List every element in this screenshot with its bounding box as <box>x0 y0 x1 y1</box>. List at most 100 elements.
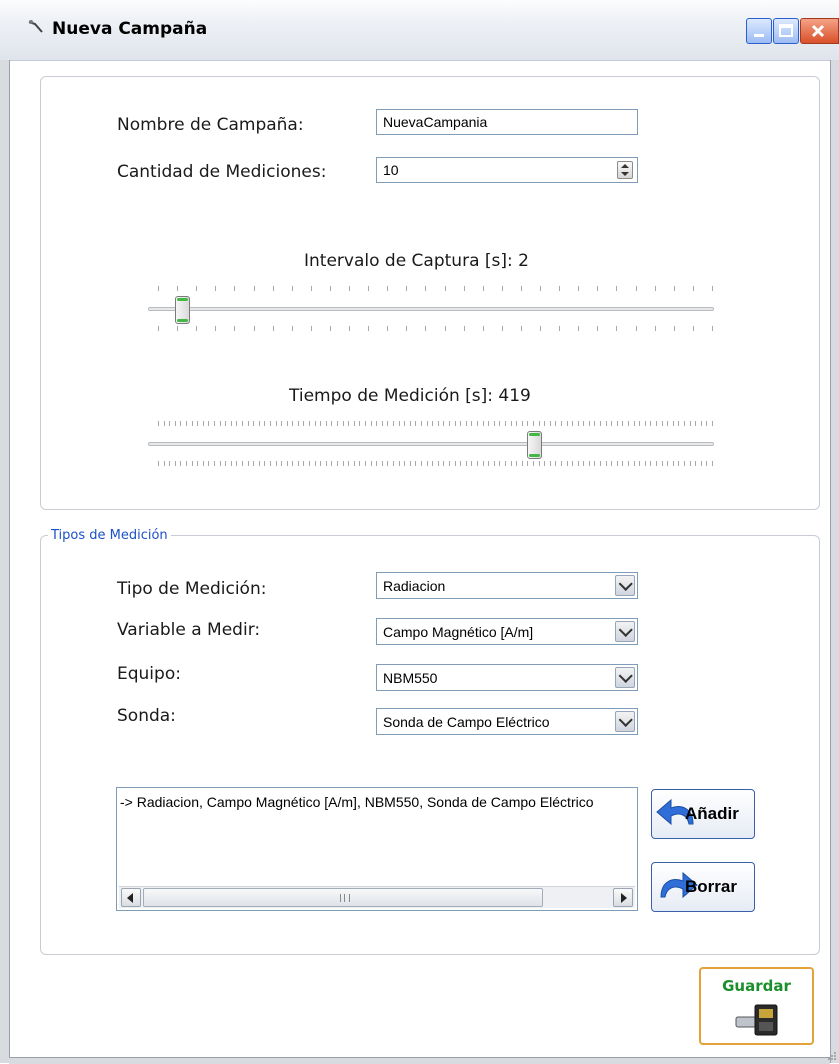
slider-tick <box>464 286 465 291</box>
measure-time-ticks-top <box>158 421 713 428</box>
slider-tick <box>594 461 595 466</box>
slider-tick <box>684 421 685 426</box>
slider-tick <box>393 421 394 426</box>
slider-tick <box>214 421 215 426</box>
spin-down-icon[interactable] <box>621 172 629 176</box>
add-button[interactable]: Añadir <box>651 789 755 839</box>
slider-tick <box>214 461 215 466</box>
minimize-button[interactable] <box>746 18 772 44</box>
scroll-thumb[interactable] <box>143 888 543 907</box>
slider-tick <box>559 326 560 331</box>
probe-select[interactable]: Sonda de Campo Eléctrico <box>376 708 638 735</box>
save-button[interactable]: Guardar <box>699 967 814 1045</box>
slider-tick <box>177 326 178 331</box>
slider-tick <box>555 461 556 466</box>
slider-tick <box>578 286 579 291</box>
probe-value: Sonda de Campo Eléctrico <box>383 714 550 730</box>
slider-tick <box>387 326 388 331</box>
slider-tick <box>287 461 288 466</box>
measure-time-track <box>148 442 714 446</box>
slider-tick <box>636 326 637 331</box>
slider-tick <box>521 326 522 331</box>
campaign-name-label: Nombre de Campaña: <box>117 115 304 135</box>
slider-tick <box>158 461 159 466</box>
slider-tick <box>567 461 568 466</box>
slider-tick <box>533 421 534 426</box>
chevron-down-icon[interactable] <box>615 575 635 596</box>
slider-tick <box>449 461 450 466</box>
horizontal-scrollbar[interactable] <box>119 886 635 908</box>
chevron-down-icon[interactable] <box>615 711 635 732</box>
chevron-down-icon[interactable] <box>615 621 635 642</box>
delete-button[interactable]: Borrar <box>651 862 755 912</box>
equipment-select[interactable]: NBM550 <box>376 664 638 691</box>
slider-tick <box>628 421 629 426</box>
slider-tick <box>578 421 579 426</box>
slider-tick <box>432 461 433 466</box>
spin-up-icon[interactable] <box>621 164 629 168</box>
app-icon <box>28 20 43 33</box>
slider-tick <box>326 421 327 426</box>
measure-time-thumb[interactable] <box>527 431 542 459</box>
slider-tick <box>399 461 400 466</box>
slider-tick <box>499 461 500 466</box>
slider-tick <box>406 326 407 331</box>
slider-tick <box>445 286 446 291</box>
slider-tick <box>540 286 541 291</box>
resize-grip-icon[interactable] <box>827 1051 837 1061</box>
slider-tick <box>674 326 675 331</box>
slider-tick <box>460 421 461 426</box>
scroll-left-icon[interactable] <box>121 888 141 907</box>
slider-tick <box>169 461 170 466</box>
slider-tick <box>483 461 484 466</box>
slider-tick <box>225 421 226 426</box>
slider-tick <box>611 421 612 426</box>
slider-tick <box>505 421 506 426</box>
slider-tick <box>706 461 707 466</box>
slider-tick <box>404 461 405 466</box>
chevron-down-icon[interactable] <box>615 667 635 688</box>
measure-time-ticks-bottom <box>158 461 713 468</box>
slider-tick <box>539 461 540 466</box>
slider-tick <box>196 286 197 291</box>
slider-tick <box>349 286 350 291</box>
campaign-name-field[interactable]: NuevaCampania <box>376 109 638 135</box>
capture-interval-slider[interactable] <box>148 286 714 336</box>
slider-tick <box>712 421 713 426</box>
slider-tick <box>311 286 312 291</box>
measurement-list[interactable]: -> Radiacion, Campo Magnético [A/m], NBM… <box>116 787 638 911</box>
scroll-right-icon[interactable] <box>613 888 633 907</box>
slider-tick <box>656 461 657 466</box>
measure-time-slider[interactable] <box>148 421 714 471</box>
slider-tick <box>427 421 428 426</box>
variable-select[interactable]: Campo Magnético [A/m] <box>376 618 638 645</box>
slider-tick <box>203 421 204 426</box>
slider-tick <box>555 421 556 426</box>
slider-tick <box>270 421 271 426</box>
slider-tick <box>572 461 573 466</box>
slider-tick <box>693 286 694 291</box>
spin-icon[interactable] <box>617 161 633 179</box>
slider-tick <box>695 461 696 466</box>
capture-interval-thumb[interactable] <box>175 296 190 324</box>
slider-tick <box>488 421 489 426</box>
slider-tick <box>578 326 579 331</box>
slider-tick <box>320 421 321 426</box>
variable-label: Variable a Medir: <box>117 620 261 640</box>
measurement-type-select[interactable]: Radiacion <box>376 572 638 599</box>
slider-tick <box>712 461 713 466</box>
slider-tick <box>427 461 428 466</box>
measurement-count-stepper[interactable]: 10 <box>376 157 638 183</box>
slider-tick <box>376 461 377 466</box>
slider-tick <box>673 421 674 426</box>
maximize-button[interactable] <box>773 18 799 44</box>
slider-tick <box>559 286 560 291</box>
slider-tick <box>292 461 293 466</box>
slider-tick <box>231 421 232 426</box>
slider-tick <box>337 421 338 426</box>
title-bar[interactable]: Nueva Campaña <box>0 0 839 61</box>
slider-tick <box>348 421 349 426</box>
list-item[interactable]: -> Radiacion, Campo Magnético [A/m], NBM… <box>120 794 630 810</box>
slider-tick <box>242 461 243 466</box>
close-button[interactable] <box>800 18 839 44</box>
